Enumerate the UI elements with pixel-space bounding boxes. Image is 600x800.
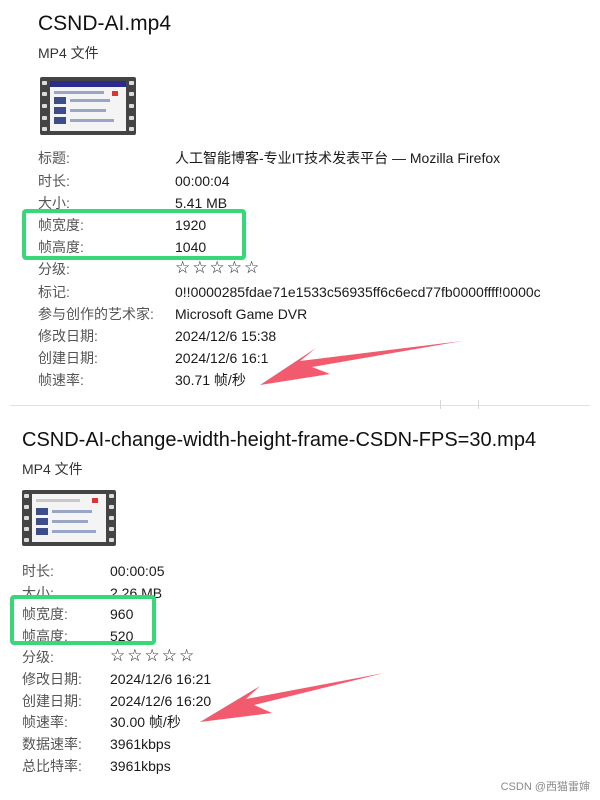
watermark: CSDN @西猫雷婶 [500,781,590,793]
prop-label: 修改日期: [38,328,98,344]
file1-prop-tags: 标记: 0!!0000285fdae71e1533c56935ff6c6ecd7… [0,281,600,303]
prop-label: 总比特率: [22,758,82,774]
prop-label: 时长: [22,563,54,579]
prop-value: 3961kbps [110,758,171,774]
prop-label: 数据速率: [22,736,82,752]
prop-label: 修改日期: [22,671,82,687]
film-strip-left [40,77,49,135]
rating-stars[interactable]: ☆☆☆☆☆ [110,645,310,667]
file2-prop-duration: 时长: 00:00:05 [0,560,600,582]
prop-label: 分级: [22,649,54,665]
file2-prop-data-rate: 数据速率: 3961kbps [0,733,600,755]
prop-label: 分级: [38,261,70,277]
prop-value: 2024/12/6 16:20 [110,693,212,709]
file1-prop-rating[interactable]: 分级: ☆☆☆☆☆ [0,258,600,280]
prop-value: 3961kbps [110,736,171,752]
file1-prop-title: 标题: 人工智能博客-专业IT技术发表平台 — Mozilla Firefox [0,147,600,169]
prop-value: 2024/12/6 16:21 [110,671,212,687]
section-divider [10,405,590,406]
prop-label: 创建日期: [38,350,98,366]
file2-prop-total-bitrate: 总比特率: 3961kbps [0,755,600,777]
prop-label: 参与创作的艺术家: [38,306,154,322]
file1-video-thumbnail[interactable] [40,77,136,135]
prop-label: 标题: [38,150,70,166]
prop-value: 人工智能博客-专业IT技术发表平台 — Mozilla Firefox [175,150,501,166]
prop-label: 标记: [38,284,70,300]
file2-prop-created: 创建日期: 2024/12/6 16:20 [0,690,600,712]
prop-value: 0!!0000285fdae71e1533c56935ff6c6ecd77fb0… [175,284,541,300]
prop-value: 2.26 MB [110,585,163,601]
file2-video-thumbnail[interactable] [22,490,116,546]
prop-value: 00:00:04 [175,173,230,189]
file1-title: CSND-AI.mp4 [38,12,172,35]
prop-label: 时长: [38,173,70,189]
film-strip-left [22,490,31,546]
divider-tick [440,400,441,409]
prop-value: 2024/12/6 16:1 [175,350,269,366]
prop-value: 960 [110,606,134,622]
file2-thumbnail-screen [32,494,106,542]
divider-tick [478,400,479,409]
file2-prop-modified: 修改日期: 2024/12/6 16:21 [0,668,600,690]
file1-prop-frame-rate: 帧速率: 30.71 帧/秒 [0,369,600,391]
prop-label: 创建日期: [22,693,82,709]
file2-title: CSND-AI-change-width-height-frame-CSDN-F… [22,429,537,451]
prop-value: 520 [110,628,134,644]
film-strip-right [107,490,116,546]
prop-value: 30.00 帧/秒 [110,714,181,730]
file2-prop-frame-rate: 帧速率: 30.00 帧/秒 [0,711,600,733]
file2-prop-rating[interactable]: 分级: ☆☆☆☆☆ [0,646,600,668]
film-strip-right [127,77,136,135]
file1-prop-created: 创建日期: 2024/12/6 16:1 [0,347,600,369]
file2-dimension-highlight [10,595,156,645]
prop-value: 00:00:05 [110,563,165,579]
prop-value: 2024/12/6 15:38 [175,328,277,344]
file1-thumbnail-screen [50,81,126,131]
file1-dimension-highlight [22,209,246,260]
file1-type: MP4 文件 [38,45,99,61]
prop-label: 帧速率: [38,372,84,388]
file1-prop-modified: 修改日期: 2024/12/6 15:38 [0,325,600,347]
prop-label: 帧速率: [22,714,68,730]
file1-prop-duration: 时长: 00:00:04 [0,170,600,192]
file1-prop-artist: 参与创作的艺术家: Microsoft Game DVR [0,303,600,325]
rating-stars[interactable]: ☆☆☆☆☆ [175,257,375,279]
prop-value: Microsoft Game DVR [175,306,308,322]
file2-type: MP4 文件 [22,461,83,477]
prop-value: 30.71 帧/秒 [175,372,246,388]
